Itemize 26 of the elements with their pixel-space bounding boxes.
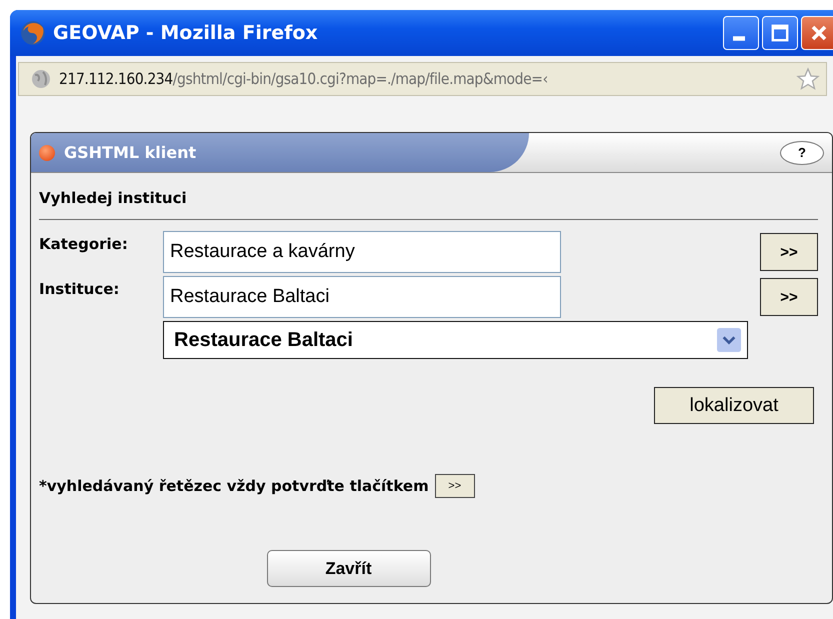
confirm-button[interactable]: >>: [760, 233, 818, 271]
globe-icon: [31, 69, 51, 89]
locate-button[interactable]: lokalizovat: [654, 387, 814, 424]
section-heading: Vyhledej instituci: [39, 183, 818, 220]
help-button[interactable]: ?: [780, 140, 824, 164]
confirm-button[interactable]: >>: [434, 474, 475, 498]
dropdown[interactable]: Restaurace Baltaci: [163, 321, 748, 359]
url-text: 217.112.160.234/gshtml/cgi-bin/gsa10.cgi?map=./map/file.map&mode=‹: [59, 70, 549, 88]
window-title: GEOVAP - Mozilla Firefox: [53, 22, 319, 44]
minimize-icon: [733, 36, 745, 41]
input-field[interactable]: Restaurace a kavárny: [163, 231, 561, 273]
input-field[interactable]: Restaurace Baltaci: [163, 276, 561, 318]
browser-logo-icon: [20, 20, 46, 46]
maximize-button[interactable]: [762, 16, 798, 50]
address-bar[interactable]: 217.112.160.234/gshtml/cgi-bin/gsa10.cgi?map=./map/file.map&mode=‹: [18, 62, 827, 96]
field-label: Kategorie:: [39, 234, 129, 253]
status-dot-icon: [39, 144, 55, 160]
field-label: Instituce:: [39, 279, 120, 298]
chevron-down-icon: [717, 328, 741, 352]
close-dialog-button[interactable]: Zavřít: [266, 550, 430, 587]
hint-text: *vyhledávaný řetězec vždy potvrďte tlačítkem: [39, 477, 429, 495]
confirm-button[interactable]: >>: [760, 278, 818, 316]
star-icon[interactable]: [796, 67, 820, 91]
close-button[interactable]: [801, 16, 833, 50]
minimize-button[interactable]: [723, 16, 759, 50]
panel-title: GSHTML klient: [64, 143, 196, 162]
